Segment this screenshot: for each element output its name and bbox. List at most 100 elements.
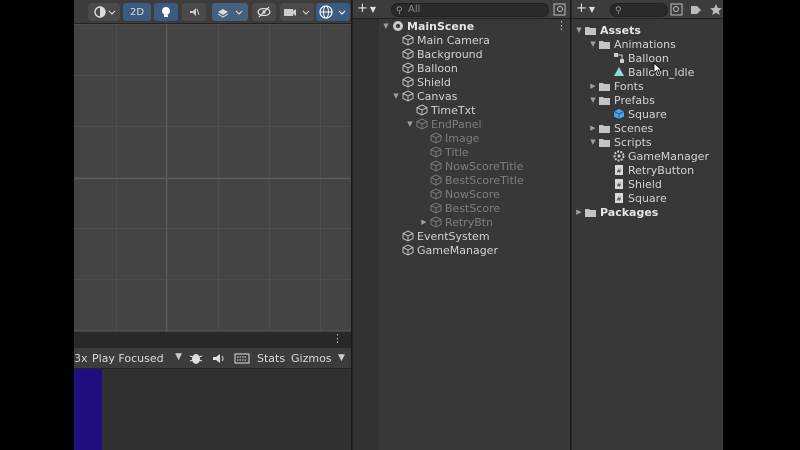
camera-dropdown[interactable] bbox=[280, 3, 314, 21]
game-view[interactable] bbox=[74, 369, 351, 450]
collapsed-triangle-icon[interactable]: ▶ bbox=[419, 218, 429, 226]
chevron-down-icon: ▼ bbox=[175, 352, 182, 362]
hierarchy-item-inactive[interactable]: BestScore bbox=[419, 201, 500, 215]
hierarchy-item-label: NowScore bbox=[445, 187, 500, 201]
more-options-icon[interactable]: ⋮ bbox=[556, 19, 567, 32]
expand-triangle-icon[interactable]: ▼ bbox=[381, 22, 391, 30]
gizmos-button[interactable]: Gizmos bbox=[291, 352, 332, 365]
hierarchy-item[interactable]: Balloon bbox=[391, 61, 458, 75]
hierarchy-item-inactive[interactable]: ▼ EndPanel bbox=[405, 117, 482, 131]
hierarchy-item[interactable]: TimeTxt bbox=[405, 103, 475, 117]
hierarchy-item[interactable]: Background bbox=[391, 47, 483, 61]
hierarchy-scene-row[interactable]: ▼ MainScene bbox=[381, 19, 474, 33]
plus-icon: + bbox=[576, 1, 587, 16]
folder-icon bbox=[598, 80, 611, 92]
visibility-toggle-button[interactable] bbox=[252, 3, 276, 21]
lighting-toggle-button[interactable] bbox=[154, 3, 178, 21]
hierarchy-item-inactive[interactable]: NowScore bbox=[419, 187, 500, 201]
hierarchy-item-inactive[interactable]: BestScoreTitle bbox=[419, 173, 524, 187]
expand-triangle-icon[interactable]: ▼ bbox=[588, 96, 598, 104]
gameobject-cube-icon bbox=[401, 48, 414, 60]
collapsed-triangle-icon[interactable]: ▶ bbox=[588, 82, 598, 90]
project-asset-row[interactable]: GameManager bbox=[602, 149, 709, 163]
search-by-label-button[interactable] bbox=[689, 3, 703, 16]
audio-toggle-button[interactable] bbox=[182, 3, 206, 21]
project-folder-row[interactable]: ▼ Prefabs bbox=[588, 93, 655, 107]
play-mode-dropdown[interactable]: Play Focused ▼ bbox=[90, 348, 186, 369]
expand-triangle-icon[interactable]: ▼ bbox=[574, 26, 584, 34]
effects-dropdown[interactable] bbox=[212, 3, 248, 21]
hierarchy-item[interactable]: Shield bbox=[391, 75, 451, 89]
game-canvas bbox=[74, 369, 102, 450]
mute-bug-toggle[interactable] bbox=[188, 351, 204, 366]
expand-triangle-icon[interactable]: ▼ bbox=[391, 92, 401, 100]
hierarchy-item[interactable]: GameManager bbox=[391, 243, 498, 257]
expand-triangle-icon[interactable]: ▼ bbox=[588, 40, 598, 48]
hierarchy-item-label: Canvas bbox=[417, 89, 458, 103]
create-dropdown[interactable]: + ▼ bbox=[576, 1, 606, 18]
favorites-button[interactable] bbox=[709, 3, 723, 16]
expand-triangle-icon[interactable]: ▼ bbox=[405, 120, 415, 128]
gizmos-scene-dropdown[interactable] bbox=[316, 3, 350, 21]
project-search-input[interactable]: ⚲ bbox=[610, 3, 668, 17]
hierarchy-toolbar: + ▼ ⚲ All bbox=[353, 0, 571, 19]
draw-mode-dropdown[interactable] bbox=[88, 3, 120, 21]
stats-button[interactable]: Stats bbox=[257, 352, 285, 365]
search-by-type-button[interactable] bbox=[670, 3, 684, 16]
project-folder-row[interactable]: ▼ Scripts bbox=[588, 135, 651, 149]
project-item-label: GameManager bbox=[628, 149, 709, 163]
project-folder-row[interactable]: ▼ Animations bbox=[588, 37, 676, 51]
hierarchy-item-inactive[interactable]: ▶ RetryBtn bbox=[419, 215, 493, 229]
project-folder-row[interactable]: ▼ Assets bbox=[574, 23, 641, 37]
project-asset-row[interactable]: # Square bbox=[602, 191, 667, 205]
csharp-script-icon: # bbox=[612, 192, 625, 204]
hierarchy-item-inactive[interactable]: Image bbox=[419, 131, 479, 145]
csharp-script-icon: # bbox=[612, 178, 625, 190]
more-options-icon[interactable]: ⋮ bbox=[332, 333, 343, 345]
project-panel: + ▼ ⚲ ▼ Assets ▼ Animations Balloon Ballo… bbox=[571, 0, 724, 450]
scene-panel: 2D ⋮ 3x Play Focused ▼ Stats Gizmos ▼ bbox=[74, 0, 351, 450]
play-mode-label: Play Focused bbox=[92, 352, 164, 365]
hierarchy-item-inactive[interactable]: NowScoreTitle bbox=[419, 159, 523, 173]
audio-toggle[interactable] bbox=[211, 351, 227, 366]
right-empty-area bbox=[723, 0, 800, 450]
project-folder-row[interactable]: ▶ Packages bbox=[574, 205, 658, 219]
gameobject-cube-icon bbox=[429, 146, 442, 158]
2d-toggle-button[interactable]: 2D bbox=[123, 3, 151, 21]
project-asset-row[interactable]: # RetryButton bbox=[602, 163, 694, 177]
hierarchy-item-label: Title bbox=[445, 145, 469, 159]
project-asset-row[interactable]: Balloon_Idle bbox=[602, 65, 694, 79]
search-filter-button[interactable] bbox=[553, 3, 567, 16]
hierarchy-gutter bbox=[353, 19, 379, 450]
project-asset-row[interactable]: # Shield bbox=[602, 177, 662, 191]
folder-open-icon bbox=[598, 136, 611, 148]
gameobject-cube-icon bbox=[429, 132, 442, 144]
gameobject-cube-icon bbox=[429, 160, 442, 172]
create-dropdown[interactable]: + ▼ bbox=[357, 1, 387, 18]
gameobject-cube-icon bbox=[401, 34, 414, 46]
chevron-down-icon[interactable]: ▼ bbox=[338, 353, 345, 363]
hierarchy-item[interactable]: ▼ Canvas bbox=[391, 89, 457, 103]
hierarchy-item-inactive[interactable]: Title bbox=[419, 145, 469, 159]
collapsed-triangle-icon[interactable]: ▶ bbox=[574, 208, 584, 216]
project-folder-row[interactable]: ▶ Fonts bbox=[588, 79, 644, 93]
hierarchy-item[interactable]: Main Camera bbox=[391, 33, 490, 47]
hierarchy-item-label: BestScoreTitle bbox=[445, 173, 524, 187]
chevron-down-icon: ▼ bbox=[588, 5, 596, 14]
project-asset-row[interactable]: Square bbox=[602, 107, 667, 121]
hierarchy-item-label: EndPanel bbox=[431, 117, 482, 131]
keyboard-toggle[interactable] bbox=[234, 351, 250, 366]
project-item-label: RetryButton bbox=[628, 163, 695, 177]
project-item-label: Fonts bbox=[614, 79, 644, 93]
unity-scene-icon bbox=[391, 20, 404, 32]
hierarchy-item[interactable]: EventSystem bbox=[391, 229, 490, 243]
panel-divider[interactable] bbox=[570, 0, 571, 450]
collapsed-triangle-icon[interactable]: ▶ bbox=[588, 124, 598, 132]
panel-divider[interactable] bbox=[351, 0, 352, 450]
expand-triangle-icon[interactable]: ▼ bbox=[588, 138, 598, 146]
chevron-down-icon: ▼ bbox=[369, 5, 377, 14]
project-item-label: Scenes bbox=[614, 121, 654, 135]
project-folder-row[interactable]: ▶ Scenes bbox=[588, 121, 653, 135]
project-item-label: Shield bbox=[628, 177, 662, 191]
hierarchy-search-input[interactable]: ⚲ All bbox=[391, 3, 549, 17]
